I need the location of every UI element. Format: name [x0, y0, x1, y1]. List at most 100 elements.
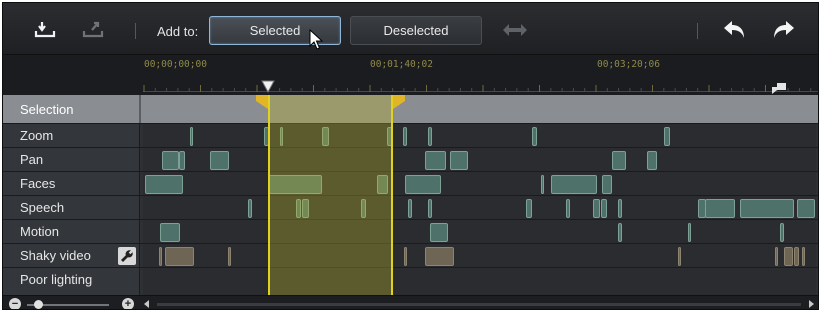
track-lane[interactable] — [143, 172, 816, 195]
deselected-button-label: Deselected — [383, 23, 449, 38]
horizontal-scrollbar[interactable] — [143, 299, 815, 309]
clip[interactable] — [280, 127, 283, 146]
clip[interactable] — [784, 247, 793, 266]
clip[interactable] — [802, 247, 805, 266]
clip[interactable] — [541, 175, 544, 194]
zoom-slider-knob[interactable] — [34, 300, 43, 309]
clip[interactable] — [688, 223, 691, 242]
swap-arrows-icon[interactable] — [501, 20, 529, 40]
selection-row[interactable]: Selection — [3, 95, 818, 123]
clip[interactable] — [780, 223, 784, 242]
smart-fit-timeline-panel: Add to: Selected Deselected 00;00;00;00 … — [2, 2, 819, 310]
track-lane[interactable] — [143, 244, 816, 267]
clip[interactable] — [601, 199, 607, 218]
bottom-bar: − + — [3, 295, 818, 309]
track-label: Speech — [20, 200, 65, 215]
clip[interactable] — [165, 247, 194, 266]
clip[interactable] — [405, 175, 441, 194]
track-faces[interactable]: Faces — [3, 171, 818, 195]
track-lane[interactable] — [143, 220, 816, 243]
clip[interactable] — [190, 127, 193, 146]
clip[interactable] — [404, 247, 407, 266]
selection-end-handle[interactable] — [393, 95, 405, 109]
clip[interactable] — [162, 151, 179, 170]
clip[interactable] — [618, 199, 622, 218]
track-label: Motion — [20, 224, 60, 239]
track-lane[interactable] — [143, 196, 816, 219]
zoom-in-icon[interactable]: + — [122, 298, 134, 309]
track-zoom[interactable]: Zoom — [3, 123, 818, 147]
clip[interactable] — [269, 175, 322, 194]
clip[interactable] — [705, 199, 735, 218]
clip[interactable] — [296, 199, 301, 218]
timeline-ruler[interactable]: 00;00;00;00 00;01;40;02 00;03;20;06 — [3, 55, 818, 95]
redo-icon[interactable] — [769, 16, 797, 44]
clip[interactable] — [302, 199, 309, 218]
clip[interactable] — [532, 127, 537, 146]
clip[interactable] — [403, 127, 407, 146]
selection-row-label: Selection — [20, 102, 74, 117]
track-poor-lighting[interactable]: Poor lighting — [3, 267, 818, 295]
track-lane[interactable] — [143, 124, 816, 147]
undo-icon[interactable] — [721, 16, 749, 44]
clip[interactable] — [647, 151, 657, 170]
clip[interactable] — [428, 199, 432, 218]
zoom-out-icon[interactable]: − — [9, 298, 21, 309]
clip[interactable] — [526, 199, 532, 218]
scroll-right-icon[interactable] — [807, 300, 815, 308]
deselected-button[interactable]: Deselected — [350, 16, 482, 45]
track-pan[interactable]: Pan — [3, 147, 818, 171]
clip[interactable] — [361, 199, 366, 218]
track-label: Poor lighting — [20, 272, 93, 287]
clip[interactable] — [678, 247, 681, 266]
clip[interactable] — [210, 151, 229, 170]
clip[interactable] — [248, 199, 252, 218]
clip[interactable] — [322, 127, 329, 146]
clip[interactable] — [664, 127, 670, 146]
clip[interactable] — [602, 175, 612, 194]
clip[interactable] — [450, 151, 468, 170]
clip[interactable] — [159, 247, 162, 266]
clip[interactable] — [612, 151, 626, 170]
clip[interactable] — [797, 199, 815, 218]
clip[interactable] — [428, 127, 432, 146]
track-shaky-video[interactable]: Shaky video — [3, 243, 818, 267]
ruler-ticks — [143, 85, 812, 92]
scrollbar-track[interactable] — [157, 303, 801, 306]
clip[interactable] — [387, 127, 393, 146]
end-marker-icon[interactable] — [771, 82, 787, 95]
track-lane[interactable] — [143, 148, 816, 171]
clip[interactable] — [566, 199, 570, 218]
clip[interactable] — [551, 175, 597, 194]
playhead-marker-icon[interactable] — [261, 80, 275, 94]
toolbar: Add to: Selected Deselected — [3, 3, 818, 55]
clip[interactable] — [145, 175, 183, 194]
add-to-label: Add to: — [157, 24, 199, 39]
clip[interactable] — [593, 199, 600, 218]
clip[interactable] — [160, 223, 180, 242]
wrench-icon[interactable] — [118, 247, 136, 265]
track-lane[interactable] — [143, 268, 816, 295]
clip[interactable] — [377, 175, 388, 194]
clip[interactable] — [264, 127, 269, 146]
track-label: Zoom — [20, 128, 54, 143]
clip[interactable] — [794, 247, 799, 266]
clip[interactable] — [228, 247, 231, 266]
selection-start-handle[interactable] — [256, 95, 268, 109]
track-motion[interactable]: Motion — [3, 219, 818, 243]
clip[interactable] — [775, 247, 778, 266]
scroll-left-icon[interactable] — [143, 300, 151, 308]
mouse-cursor-icon — [309, 29, 323, 50]
clip[interactable] — [425, 247, 454, 266]
selection-row-divider — [139, 95, 141, 123]
clip[interactable] — [430, 223, 448, 242]
track-speech[interactable]: Speech — [3, 195, 818, 219]
clip[interactable] — [740, 199, 794, 218]
import-icon[interactable] — [31, 16, 59, 42]
clip[interactable] — [425, 151, 446, 170]
clip[interactable] — [408, 199, 412, 218]
clip[interactable] — [179, 151, 185, 170]
export-icon[interactable] — [79, 16, 107, 42]
clip[interactable] — [618, 223, 622, 242]
track-label: Pan — [20, 152, 44, 167]
